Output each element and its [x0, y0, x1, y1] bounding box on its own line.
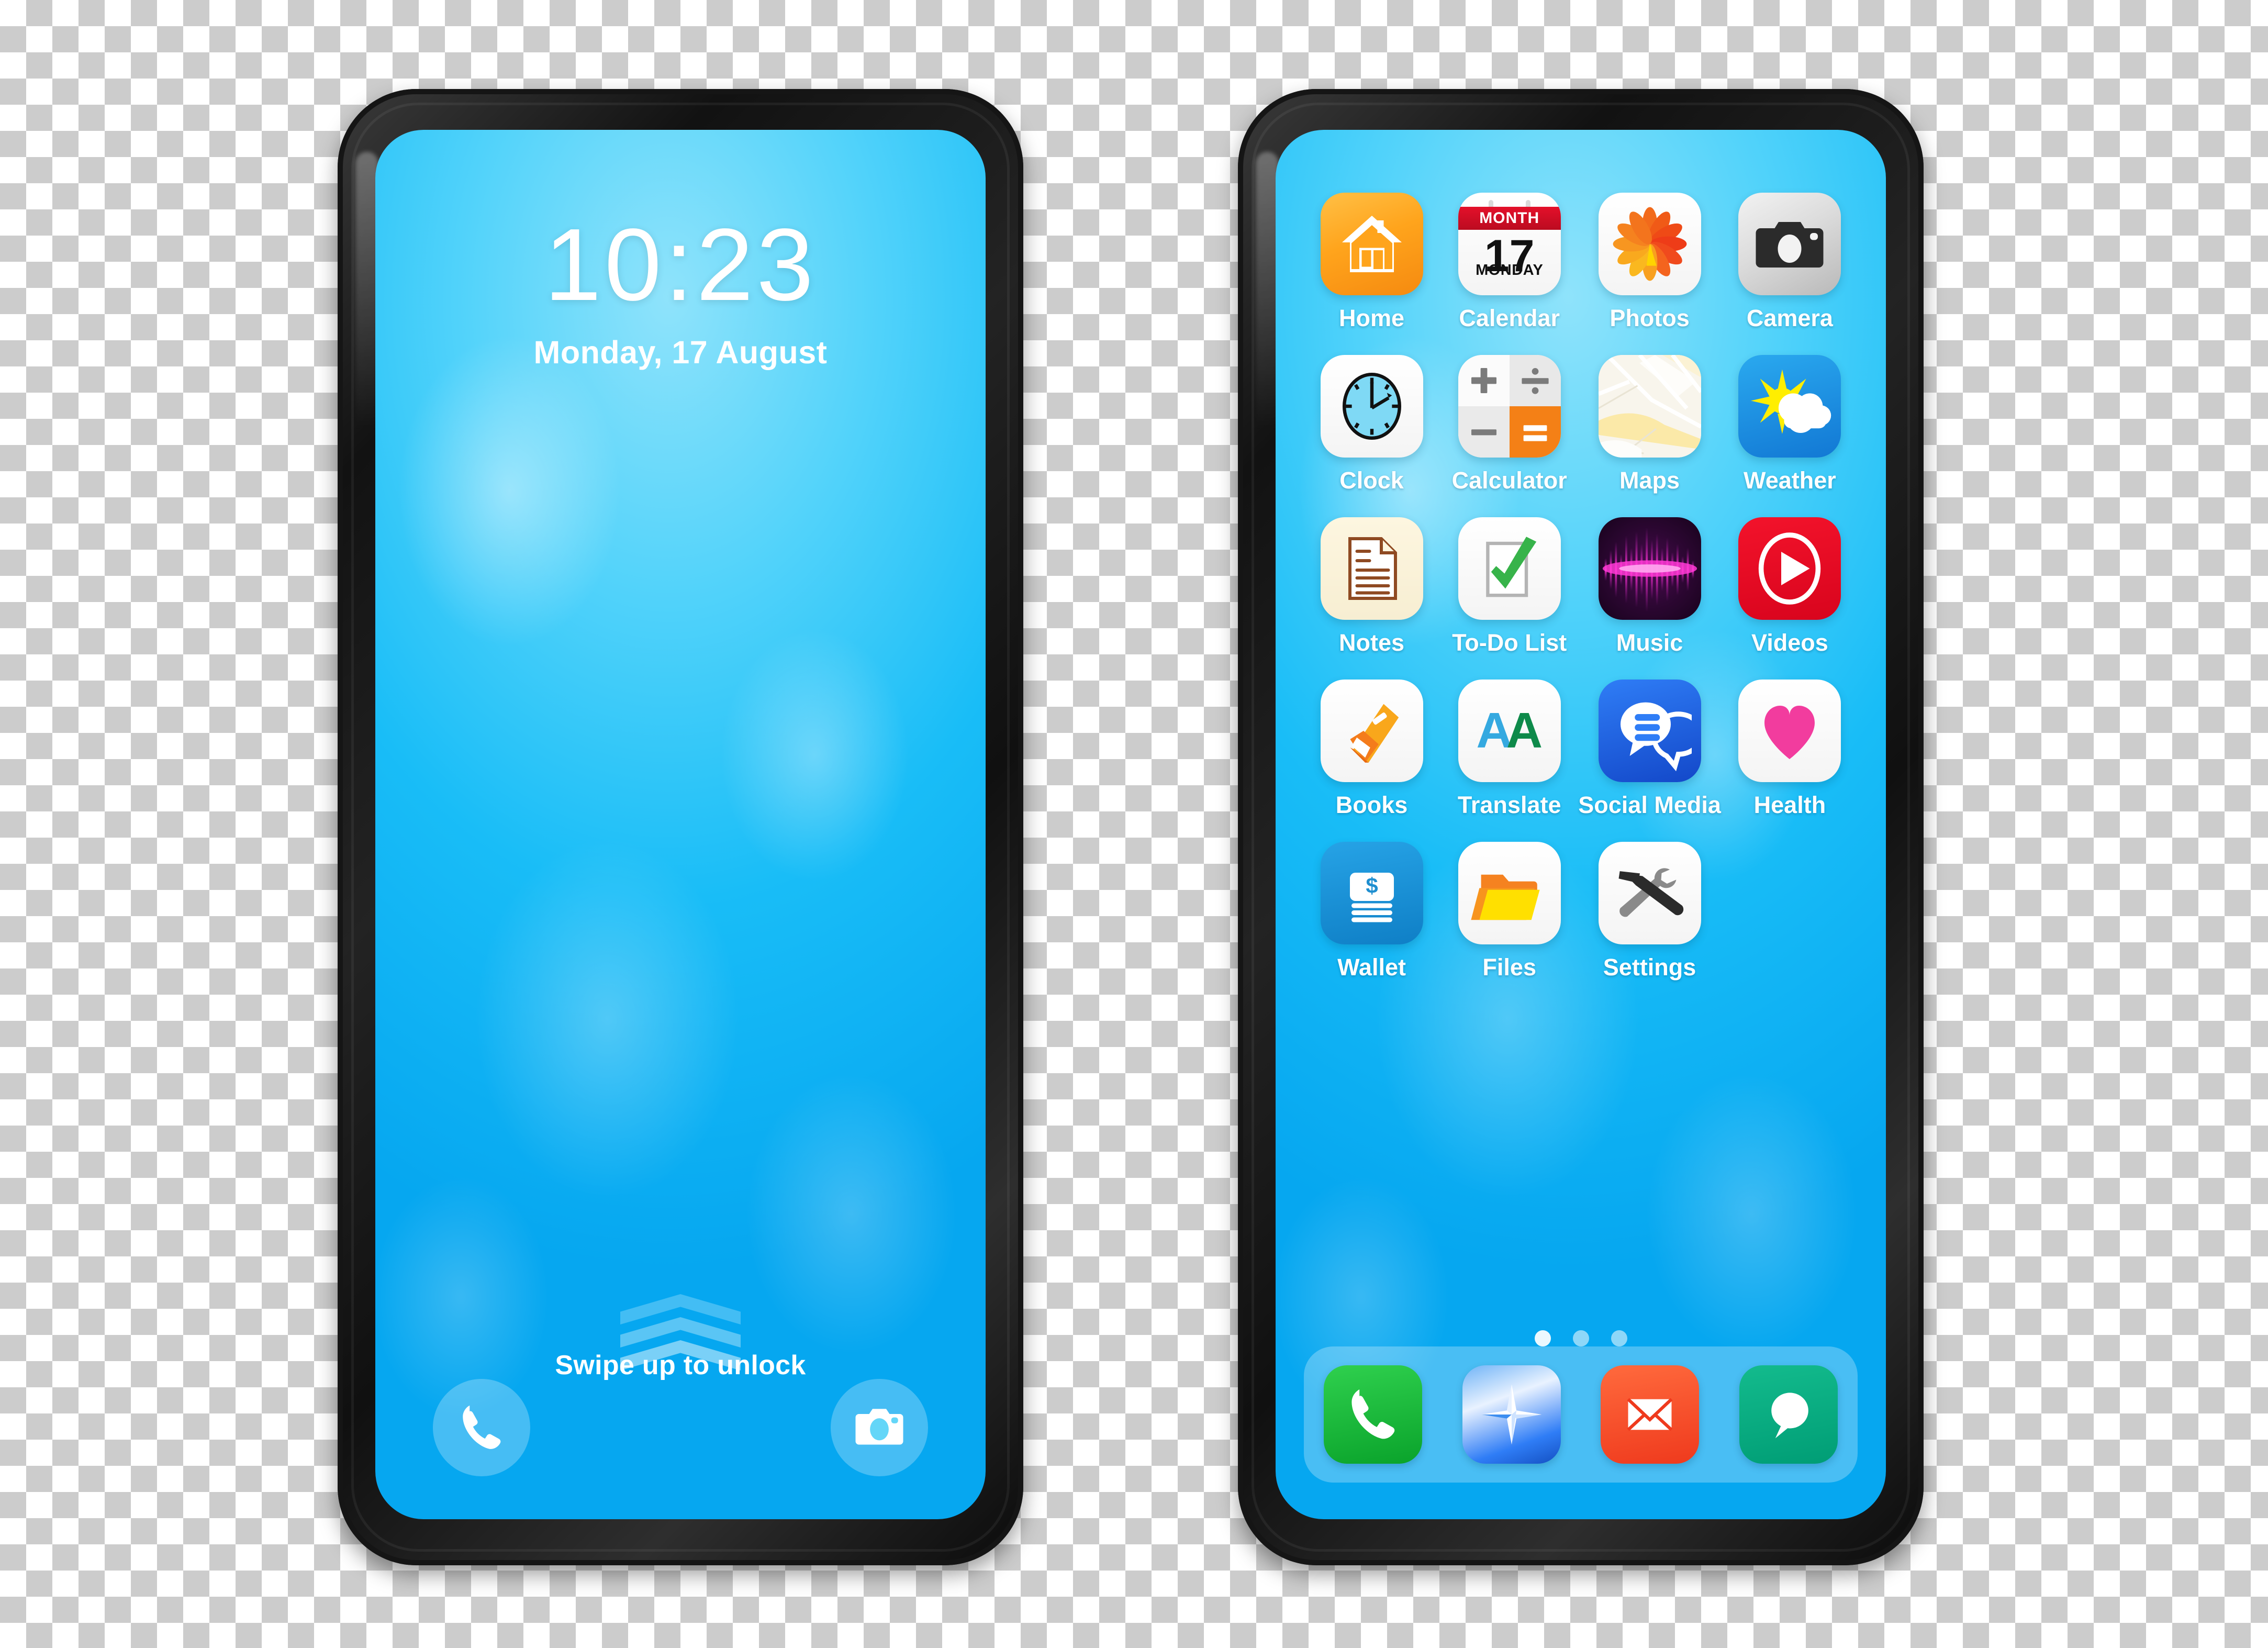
app-files[interactable]: Files — [1440, 842, 1578, 981]
chevron-up-icon-3 — [620, 1340, 741, 1371]
app-label: Social Media — [1578, 792, 1721, 818]
app-label: Camera — [1746, 305, 1833, 331]
camera-icon — [855, 1409, 903, 1445]
phone-icon — [463, 1405, 501, 1449]
phone-home-screen: Home MONTH 17 MONDAY Calendar Photos Cam… — [1238, 89, 1924, 1565]
app-grid-empty-slot — [1721, 842, 1859, 981]
app-label: Notes — [1339, 629, 1405, 656]
app-label: Settings — [1603, 954, 1696, 981]
svg-text:$: $ — [1366, 873, 1378, 898]
app-wallet[interactable]: $ Wallet — [1303, 842, 1440, 981]
hammer-wrench-icon — [1598, 842, 1701, 944]
calendar-weekday: MONDAY — [1476, 261, 1544, 279]
calc-minus-icon — [1458, 406, 1510, 458]
app-label: Calendar — [1459, 305, 1560, 331]
sun-cloud-icon — [1738, 355, 1841, 458]
page-dot-2[interactable] — [1572, 1330, 1589, 1346]
dock — [1304, 1346, 1858, 1483]
dock-phone-app[interactable] — [1324, 1365, 1423, 1464]
compass-icon — [1481, 1384, 1541, 1445]
app-videos[interactable]: Videos — [1721, 517, 1859, 656]
calculator-icon — [1458, 355, 1561, 458]
calendar-month-band: MONTH — [1458, 207, 1561, 230]
app-camera[interactable]: Camera — [1721, 193, 1859, 332]
checkbox-icon — [1458, 517, 1561, 620]
money-stack-icon: $ — [1320, 842, 1423, 944]
phone-icon — [1351, 1389, 1395, 1439]
flower-icon — [1598, 193, 1701, 295]
app-calendar[interactable]: MONTH 17 MONDAY Calendar — [1440, 193, 1578, 332]
app-label: Health — [1753, 792, 1826, 818]
lock-screen-display[interactable]: 10:23 Monday, 17 August Swipe up to unlo… — [375, 130, 986, 1519]
app-grid: Home MONTH 17 MONDAY Calendar Photos Cam… — [1303, 193, 1859, 981]
letter-a-icon: A A — [1458, 680, 1561, 782]
calc-divide-icon — [1509, 355, 1561, 406]
app-label: Wallet — [1337, 954, 1406, 981]
chat-bubbles-icon — [1598, 680, 1701, 782]
lock-camera-shortcut[interactable] — [831, 1379, 928, 1476]
swipe-hint-label: Swipe up to unlock — [555, 1350, 806, 1380]
app-label: Photos — [1610, 305, 1690, 331]
app-health[interactable]: Health — [1721, 680, 1859, 819]
dock-messages-app[interactable] — [1739, 1365, 1838, 1464]
app-music[interactable]: Music — [1578, 517, 1721, 656]
app-label: Home — [1339, 305, 1405, 331]
app-label: Translate — [1457, 792, 1561, 818]
app-home[interactable]: Home — [1303, 193, 1440, 332]
app-label: Music — [1616, 629, 1683, 656]
app-label: Maps — [1619, 467, 1680, 494]
app-weather[interactable]: Weather — [1721, 355, 1859, 494]
camera-icon — [1738, 193, 1841, 295]
lock-phone-shortcut[interactable] — [433, 1379, 530, 1476]
app-todo-list[interactable]: To-Do List — [1440, 517, 1578, 656]
app-label: Books — [1335, 792, 1408, 818]
dock-mail-app[interactable] — [1601, 1365, 1700, 1464]
app-photos[interactable]: Photos — [1578, 193, 1721, 332]
page-dot-3[interactable] — [1611, 1330, 1627, 1346]
clock-icon — [1320, 355, 1423, 458]
folder-icon — [1458, 842, 1561, 944]
app-label: Weather — [1744, 467, 1836, 494]
app-clock[interactable]: Clock — [1303, 355, 1440, 494]
app-label: Files — [1482, 954, 1536, 981]
chevron-up-icon-2 — [620, 1317, 741, 1348]
waveform-icon — [1598, 517, 1701, 620]
document-icon — [1320, 517, 1423, 620]
envelope-icon — [1627, 1398, 1673, 1431]
page-indicator[interactable] — [1276, 1330, 1886, 1346]
app-label: Clock — [1339, 467, 1404, 494]
app-settings[interactable]: Settings — [1578, 842, 1721, 981]
app-translate[interactable]: A A Translate — [1440, 680, 1578, 819]
book-icon — [1320, 680, 1423, 782]
chevron-up-icon-1 — [620, 1294, 741, 1324]
app-label: Videos — [1751, 629, 1828, 656]
heart-icon — [1738, 680, 1841, 782]
swipe-chevrons — [375, 1268, 986, 1371]
calc-equals-icon — [1509, 406, 1561, 458]
lock-clock-time: 10:23 — [544, 207, 817, 322]
app-calculator[interactable]: Calculator — [1440, 355, 1578, 494]
app-books[interactable]: Books — [1303, 680, 1440, 819]
map-icon — [1598, 355, 1701, 458]
translate-letter-right: A — [1506, 703, 1543, 759]
app-label: Calculator — [1451, 467, 1567, 494]
house-icon — [1320, 193, 1423, 295]
app-label: To-Do List — [1452, 629, 1567, 656]
page-dot-1[interactable] — [1534, 1330, 1551, 1346]
app-social-media[interactable]: Social Media — [1578, 680, 1721, 819]
calc-plus-icon — [1458, 355, 1510, 406]
speech-bubble-icon — [1771, 1393, 1808, 1439]
play-icon — [1738, 517, 1841, 620]
lock-clock-date: Monday, 17 August — [533, 335, 828, 370]
dock-browser-app[interactable] — [1462, 1365, 1561, 1464]
home-screen-display[interactable]: Home MONTH 17 MONDAY Calendar Photos Cam… — [1276, 130, 1886, 1519]
phone-lock-screen: 10:23 Monday, 17 August Swipe up to unlo… — [338, 89, 1023, 1565]
calendar-icon: MONTH 17 MONDAY — [1458, 193, 1561, 295]
app-maps[interactable]: Maps — [1578, 355, 1721, 494]
app-notes[interactable]: Notes — [1303, 517, 1440, 656]
